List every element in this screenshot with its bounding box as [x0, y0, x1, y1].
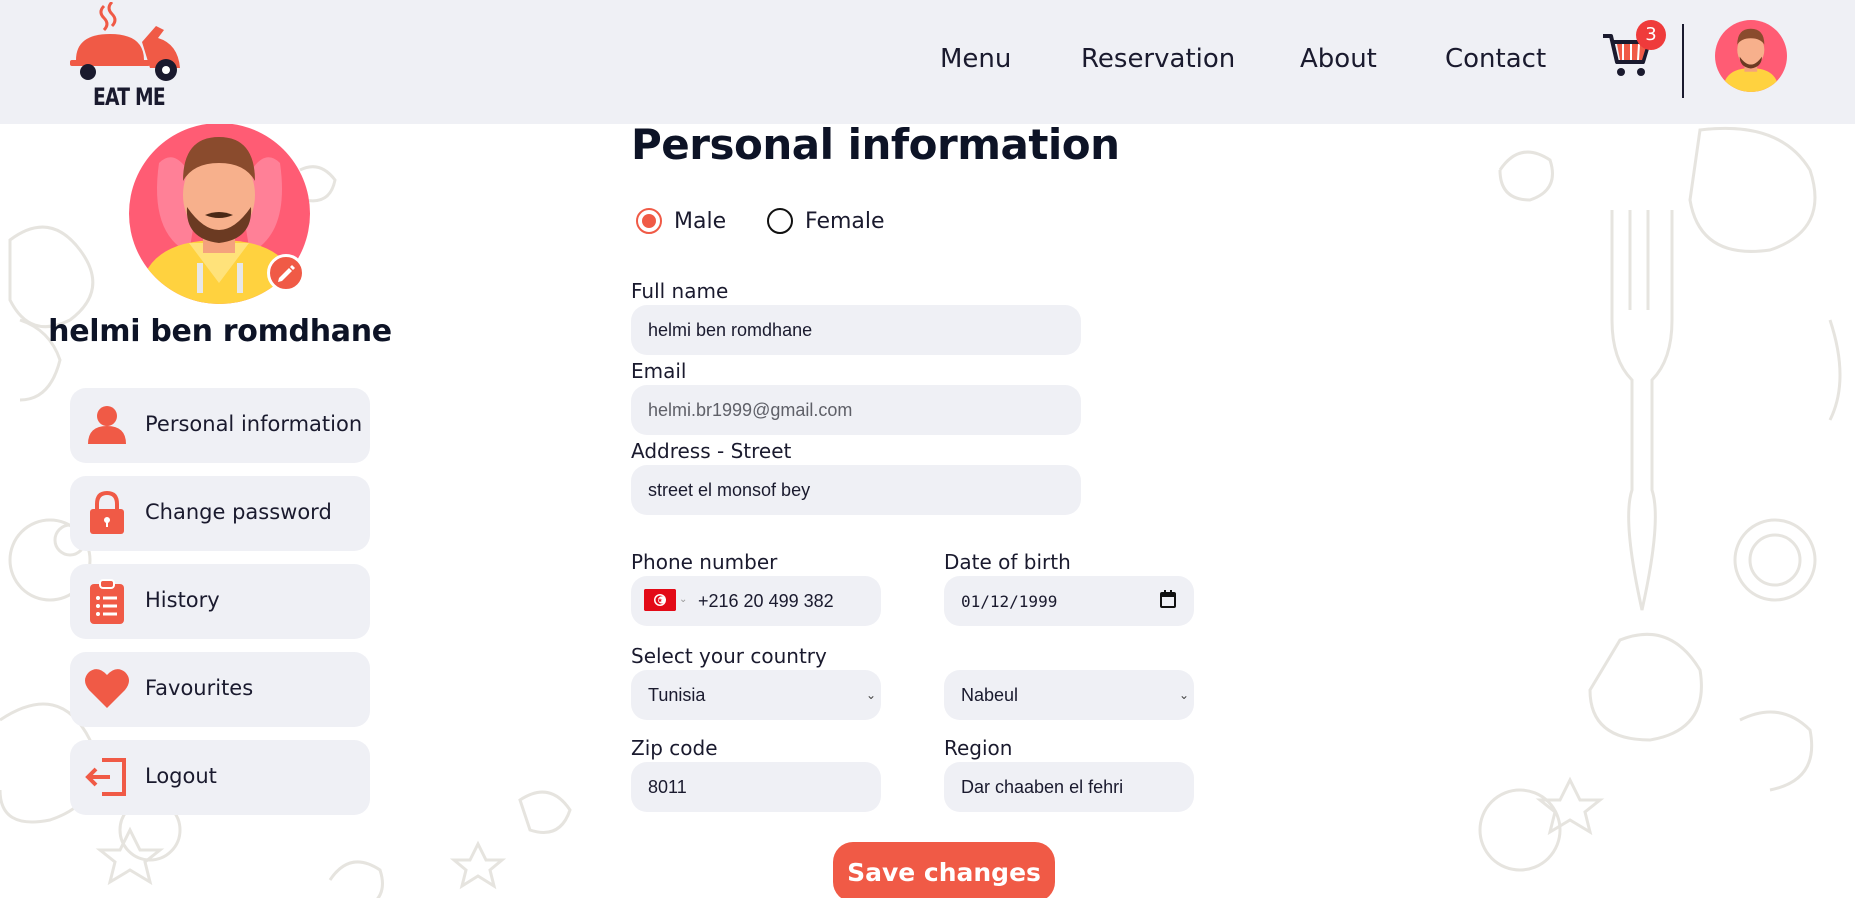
calendar-icon[interactable] — [1160, 590, 1176, 608]
nav-about[interactable]: About — [1300, 44, 1377, 74]
email-label: Email — [631, 359, 687, 383]
zip-input[interactable] — [631, 762, 881, 812]
sidebar-item-label: Favourites — [145, 676, 254, 700]
chevron-down-icon: ⌄ — [1179, 688, 1190, 702]
address-input[interactable] — [631, 465, 1081, 515]
user-icon — [88, 406, 126, 444]
state-select[interactable] — [944, 670, 1194, 720]
radio-label-female: Female — [805, 208, 885, 234]
tunisia-flag-icon[interactable] — [644, 589, 676, 611]
sidebar-item-favourites[interactable]: Favourites — [70, 652, 370, 727]
cart-count-badge: 3 — [1636, 20, 1666, 50]
sidebar-item-personal-information[interactable]: Personal information — [70, 388, 370, 463]
country-label: Select your country — [631, 644, 827, 668]
address-label: Address - Street — [631, 439, 792, 463]
sidebar-item-label: Logout — [145, 764, 217, 788]
brand-name: EAT ME — [93, 83, 166, 111]
chevron-down-icon: ⌄ — [866, 688, 877, 702]
logout-icon — [85, 758, 126, 796]
pencil-icon — [278, 265, 295, 282]
sidebar-item-label: Personal information — [145, 412, 363, 436]
gender-male-radio[interactable]: Male — [636, 208, 726, 234]
page-title: Personal information — [631, 120, 1120, 169]
heart-icon — [85, 669, 129, 708]
email-input[interactable] — [631, 385, 1081, 435]
region-input[interactable] — [944, 762, 1194, 812]
clipboard-list-icon — [90, 579, 124, 624]
profile-name: helmi ben romdhane — [48, 314, 392, 349]
lock-icon — [90, 490, 124, 534]
nav-contact[interactable]: Contact — [1445, 44, 1546, 74]
sidebar-item-label: Change password — [145, 500, 332, 524]
sidebar-item-history[interactable]: History — [70, 564, 370, 639]
dob-label: Date of birth — [944, 550, 1071, 574]
region-label: Region — [944, 736, 1013, 760]
nav-reservation[interactable]: Reservation — [1081, 44, 1235, 74]
top-navbar: EAT ME Menu Reservation About Contact 3 — [0, 0, 1855, 124]
gender-female-radio[interactable]: Female — [767, 208, 885, 234]
save-changes-button[interactable]: Save changes — [833, 842, 1055, 898]
full-name-input[interactable] — [631, 305, 1081, 355]
dob-input[interactable] — [944, 576, 1194, 626]
sidebar-item-logout[interactable]: Logout — [70, 740, 370, 815]
edit-avatar-button[interactable] — [267, 254, 305, 292]
country-select[interactable] — [631, 670, 881, 720]
radio-circle[interactable] — [767, 208, 793, 234]
user-avatar[interactable] — [1715, 20, 1787, 92]
full-name-label: Full name — [631, 279, 729, 303]
sidebar-item-change-password[interactable]: Change password — [70, 476, 370, 551]
header-divider — [1682, 24, 1684, 98]
zip-label: Zip code — [631, 736, 718, 760]
nav-menu[interactable]: Menu — [940, 44, 1011, 74]
chevron-down-icon[interactable]: ⌄ — [679, 594, 687, 605]
sidebar-item-label: History — [145, 588, 220, 612]
radio-label-male: Male — [674, 208, 727, 234]
phone-label: Phone number — [631, 550, 778, 574]
radio-circle-selected[interactable] — [636, 208, 662, 234]
